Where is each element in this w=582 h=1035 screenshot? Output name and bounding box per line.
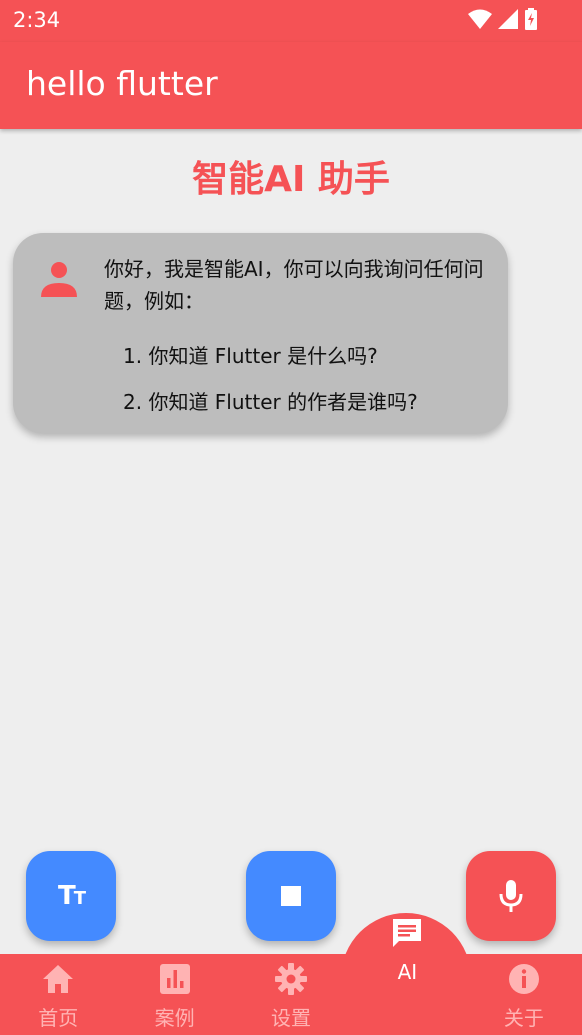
battery-icon bbox=[525, 8, 537, 30]
bottom-nav: 首页 案例 设置 AI 关于 bbox=[0, 919, 582, 1035]
person-icon bbox=[41, 262, 77, 297]
nav-item-settings[interactable]: 设置 bbox=[233, 954, 349, 1035]
stop-icon bbox=[281, 886, 301, 906]
text-size-button[interactable]: TT bbox=[26, 851, 116, 941]
nav-item-home[interactable]: 首页 bbox=[0, 954, 116, 1035]
nav-label: 关于 bbox=[503, 1006, 544, 1030]
example-list: 1. 你知道 Flutter 是什么吗? 2. 你知道 Flutter 的作者是… bbox=[123, 333, 493, 425]
page-title: 智能AI 助手 bbox=[192, 159, 390, 200]
nav-label: 设置 bbox=[271, 1006, 312, 1030]
signal-icon bbox=[498, 9, 518, 29]
status-bar: 2:34 bbox=[0, 0, 582, 42]
app-title: hello flutter bbox=[26, 64, 218, 103]
list-item: 2. 你知道 Flutter 的作者是谁吗? bbox=[123, 390, 418, 414]
nav-item-cases[interactable]: 案例 bbox=[116, 954, 232, 1035]
nav-label: 首页 bbox=[38, 1006, 79, 1030]
status-icons bbox=[468, 8, 538, 30]
nav-item-ai[interactable]: AI bbox=[349, 919, 465, 1035]
text-size-icon: TT bbox=[57, 881, 86, 911]
microphone-button[interactable] bbox=[466, 851, 556, 941]
chat-intro-text: 你好，我是智能AI，你可以向我询问任何问题，例如： bbox=[104, 257, 484, 313]
wifi-icon bbox=[468, 9, 492, 29]
status-time: 2:34 bbox=[13, 8, 61, 32]
bar-chart-icon bbox=[159, 964, 190, 994]
gear-icon bbox=[275, 963, 308, 995]
microphone-icon bbox=[499, 880, 523, 912]
home-icon bbox=[43, 965, 74, 993]
chat-icon bbox=[393, 919, 422, 947]
chat-bubble: 你好，我是智能AI，你可以向我询问任何问题，例如： 1. 你知道 Flutter… bbox=[13, 233, 508, 433]
list-item: 1. 你知道 Flutter 是什么吗? bbox=[123, 344, 378, 368]
info-icon bbox=[508, 964, 539, 994]
nav-label: AI bbox=[397, 960, 418, 984]
nav-label: 案例 bbox=[154, 1006, 195, 1030]
app-bar: hello flutter bbox=[0, 42, 582, 129]
nav-item-about[interactable]: 关于 bbox=[466, 954, 582, 1035]
stop-button[interactable] bbox=[246, 851, 336, 941]
